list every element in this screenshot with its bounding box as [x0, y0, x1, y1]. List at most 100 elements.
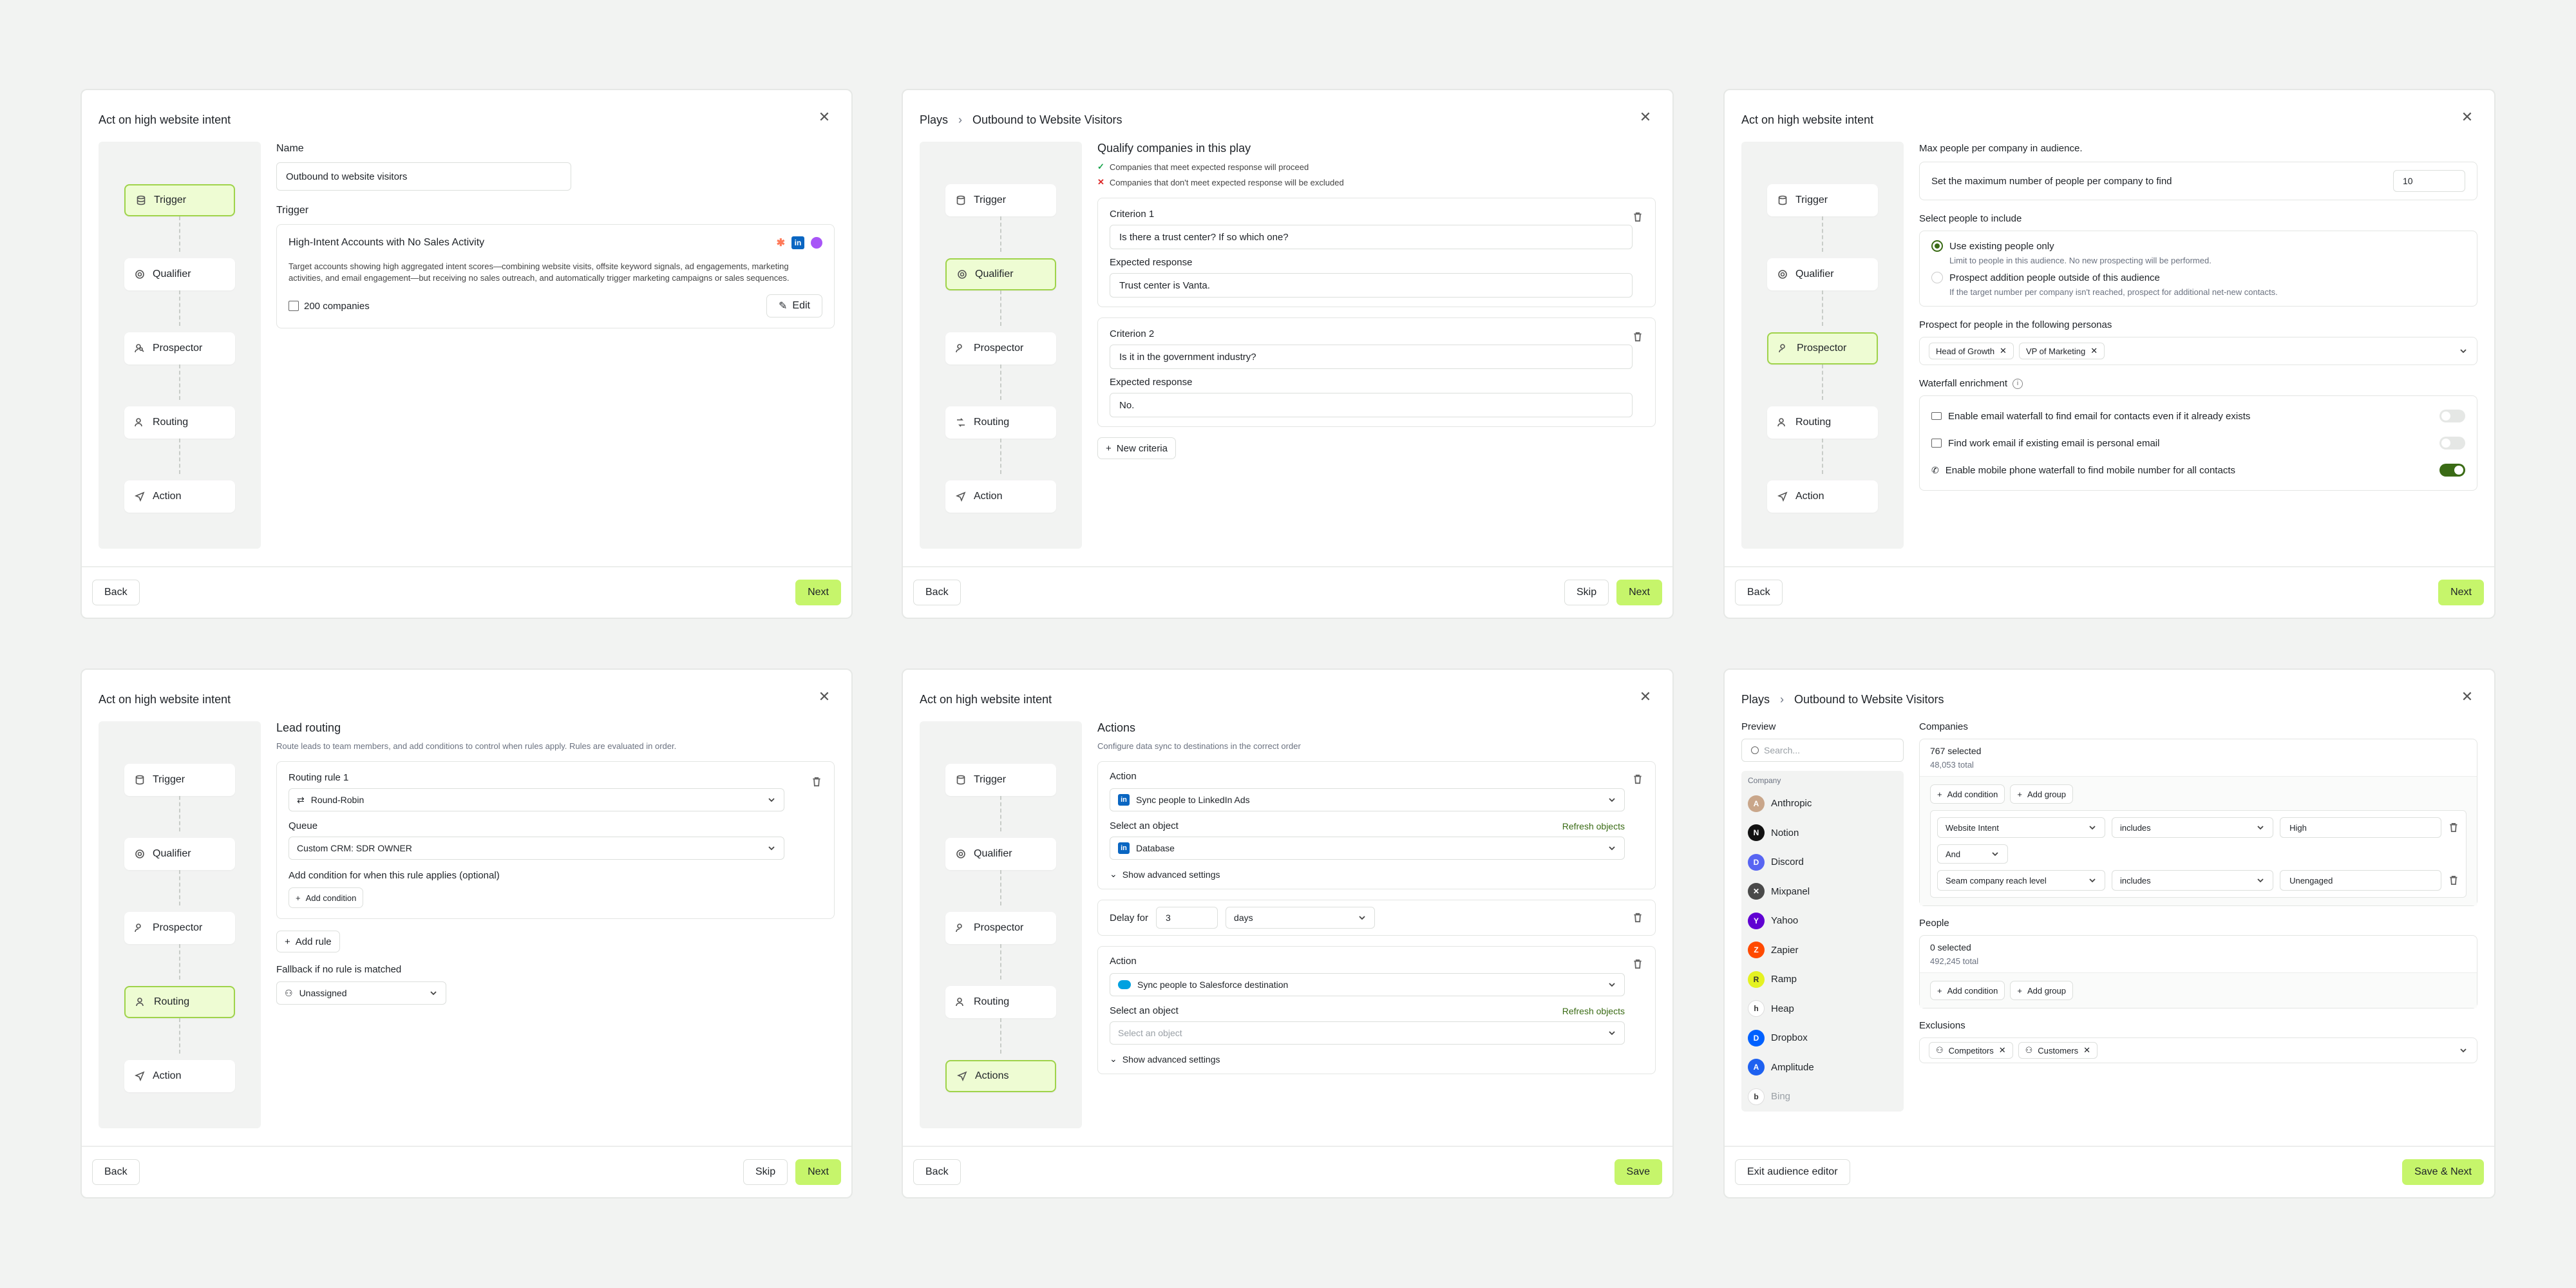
step-actions[interactable]: Actions: [945, 1060, 1056, 1092]
trash-icon[interactable]: [2448, 875, 2459, 886]
object-select[interactable]: in Database: [1110, 837, 1625, 860]
waterfall-toggle[interactable]: [2439, 437, 2465, 450]
close-icon[interactable]: ✕: [817, 688, 832, 705]
name-input[interactable]: Outbound to website visitors: [276, 162, 571, 191]
step-routing[interactable]: Routing: [945, 986, 1056, 1018]
step-trigger[interactable]: Trigger: [124, 764, 235, 796]
breadcrumb-plays[interactable]: Plays: [1741, 693, 1770, 706]
company-row[interactable]: Z Zapier: [1748, 936, 1897, 965]
trash-icon[interactable]: [1632, 773, 1643, 785]
max-people-input[interactable]: 10: [2393, 170, 2465, 192]
advanced-settings-toggle[interactable]: ⌄ Show advanced settings: [1110, 869, 1643, 880]
add-condition-button[interactable]: + Add condition: [289, 887, 364, 908]
step-trigger[interactable]: Trigger: [945, 764, 1056, 796]
company-row[interactable]: b Bing: [1748, 1082, 1897, 1112]
add-group-button[interactable]: + Add group: [2010, 981, 2073, 1000]
step-action[interactable]: Action: [124, 1060, 235, 1092]
trash-icon[interactable]: [1632, 211, 1643, 223]
expected-response-input[interactable]: No.: [1110, 393, 1633, 417]
step-prospector[interactable]: Prospector: [124, 912, 235, 944]
add-rule-button[interactable]: + Add rule: [276, 931, 340, 952]
next-button[interactable]: Next: [795, 1159, 841, 1185]
company-row[interactable]: D Discord: [1748, 848, 1897, 877]
back-button[interactable]: Back: [1735, 580, 1783, 605]
step-action[interactable]: Action: [1767, 480, 1878, 513]
close-icon[interactable]: ✕: [2083, 1045, 2090, 1056]
step-prospector[interactable]: Prospector: [124, 332, 235, 365]
trash-icon[interactable]: [811, 776, 822, 788]
add-condition-button[interactable]: + Add condition: [1930, 784, 2005, 804]
step-prospector[interactable]: Prospector: [945, 332, 1056, 365]
step-qualifier[interactable]: Qualifier: [945, 258, 1056, 290]
next-button[interactable]: Next: [795, 580, 841, 605]
step-routing[interactable]: Routing: [945, 406, 1056, 439]
condition-operator-select[interactable]: includes: [2111, 817, 2274, 838]
trash-icon[interactable]: [1632, 958, 1643, 970]
rule-method-select[interactable]: ⇄ Round-Robin: [289, 788, 784, 811]
close-icon[interactable]: ✕: [817, 109, 832, 125]
condition-field-select[interactable]: Seam company reach level: [1937, 870, 2105, 891]
close-icon[interactable]: ✕: [2090, 346, 2098, 356]
close-icon[interactable]: ✕: [1999, 1045, 2006, 1056]
trigger-card[interactable]: High-Intent Accounts with No Sales Activ…: [276, 224, 835, 328]
back-button[interactable]: Back: [92, 580, 140, 605]
close-icon[interactable]: ✕: [2000, 346, 2007, 356]
object-select[interactable]: Select an object: [1110, 1021, 1625, 1045]
close-icon[interactable]: ✕: [1638, 688, 1653, 705]
exit-audience-editor-button[interactable]: Exit audience editor: [1735, 1159, 1850, 1185]
step-qualifier[interactable]: Qualifier: [945, 838, 1056, 870]
next-button[interactable]: Next: [2438, 580, 2484, 605]
radio-existing[interactable]: Use existing people only: [1931, 240, 2465, 252]
company-row[interactable]: Y Yahoo: [1748, 906, 1897, 936]
company-row[interactable]: R Ramp: [1748, 965, 1897, 994]
advanced-settings-toggle[interactable]: ⌄ Show advanced settings: [1110, 1054, 1643, 1065]
step-action[interactable]: Action: [124, 480, 235, 513]
back-button[interactable]: Back: [92, 1159, 140, 1185]
skip-button[interactable]: Skip: [1564, 580, 1609, 605]
condition-value-input[interactable]: Unengaged: [2280, 870, 2442, 891]
trash-icon[interactable]: [1632, 331, 1643, 343]
close-icon[interactable]: ✕: [1638, 109, 1653, 125]
step-routing[interactable]: Routing: [1767, 406, 1878, 439]
fallback-select[interactable]: ⚇ Unassigned: [276, 981, 446, 1005]
condition-value-input[interactable]: High: [2280, 817, 2442, 838]
close-icon[interactable]: ✕: [2459, 688, 2475, 705]
trash-icon[interactable]: [2448, 822, 2459, 833]
company-row[interactable]: ✕ Mixpanel: [1748, 877, 1897, 907]
close-icon[interactable]: ✕: [2459, 109, 2475, 125]
delay-unit-select[interactable]: days: [1226, 907, 1376, 929]
back-button[interactable]: Back: [913, 1159, 961, 1185]
refresh-objects-link[interactable]: Refresh objects: [1562, 821, 1625, 831]
info-icon[interactable]: i: [2012, 378, 2023, 389]
radio-prospect[interactable]: Prospect addition people outside of this…: [1931, 272, 2465, 283]
step-routing[interactable]: Routing: [124, 986, 235, 1018]
company-row[interactable]: A Amplitude: [1748, 1053, 1897, 1083]
back-button[interactable]: Back: [913, 580, 961, 605]
step-qualifier[interactable]: Qualifier: [1767, 258, 1878, 290]
criterion-question-input[interactable]: Is there a trust center? If so which one…: [1110, 225, 1633, 249]
company-row[interactable]: D Dropbox: [1748, 1023, 1897, 1053]
search-input[interactable]: Search...: [1741, 739, 1904, 762]
step-action[interactable]: Action: [945, 480, 1056, 513]
next-button[interactable]: Next: [1616, 580, 1662, 605]
expected-response-input[interactable]: Trust center is Vanta.: [1110, 273, 1633, 298]
and-or-select[interactable]: And: [1937, 844, 2008, 864]
add-condition-button[interactable]: + Add condition: [1930, 981, 2005, 1000]
persona-select[interactable]: Head of Growth ✕ VP of Marketing ✕: [1919, 337, 2477, 365]
step-routing[interactable]: Routing: [124, 406, 235, 439]
step-qualifier[interactable]: Qualifier: [124, 838, 235, 870]
company-row[interactable]: h Heap: [1748, 994, 1897, 1024]
condition-field-select[interactable]: Website Intent: [1937, 817, 2105, 838]
step-prospector[interactable]: Prospector: [1767, 332, 1878, 365]
step-trigger[interactable]: Trigger: [124, 184, 235, 216]
criterion-question-input[interactable]: Is it in the government industry?: [1110, 345, 1633, 369]
save-button[interactable]: Save: [1614, 1159, 1662, 1185]
queue-select[interactable]: Custom CRM: SDR OWNER: [289, 837, 784, 860]
step-prospector[interactable]: Prospector: [945, 912, 1056, 944]
action-destination-select[interactable]: in Sync people to LinkedIn Ads: [1110, 788, 1625, 811]
waterfall-toggle[interactable]: [2439, 410, 2465, 422]
step-qualifier[interactable]: Qualifier: [124, 258, 235, 290]
action-destination-select[interactable]: Sync people to Salesforce destination: [1110, 973, 1625, 996]
waterfall-toggle[interactable]: [2439, 464, 2465, 477]
condition-operator-select[interactable]: includes: [2111, 870, 2274, 891]
